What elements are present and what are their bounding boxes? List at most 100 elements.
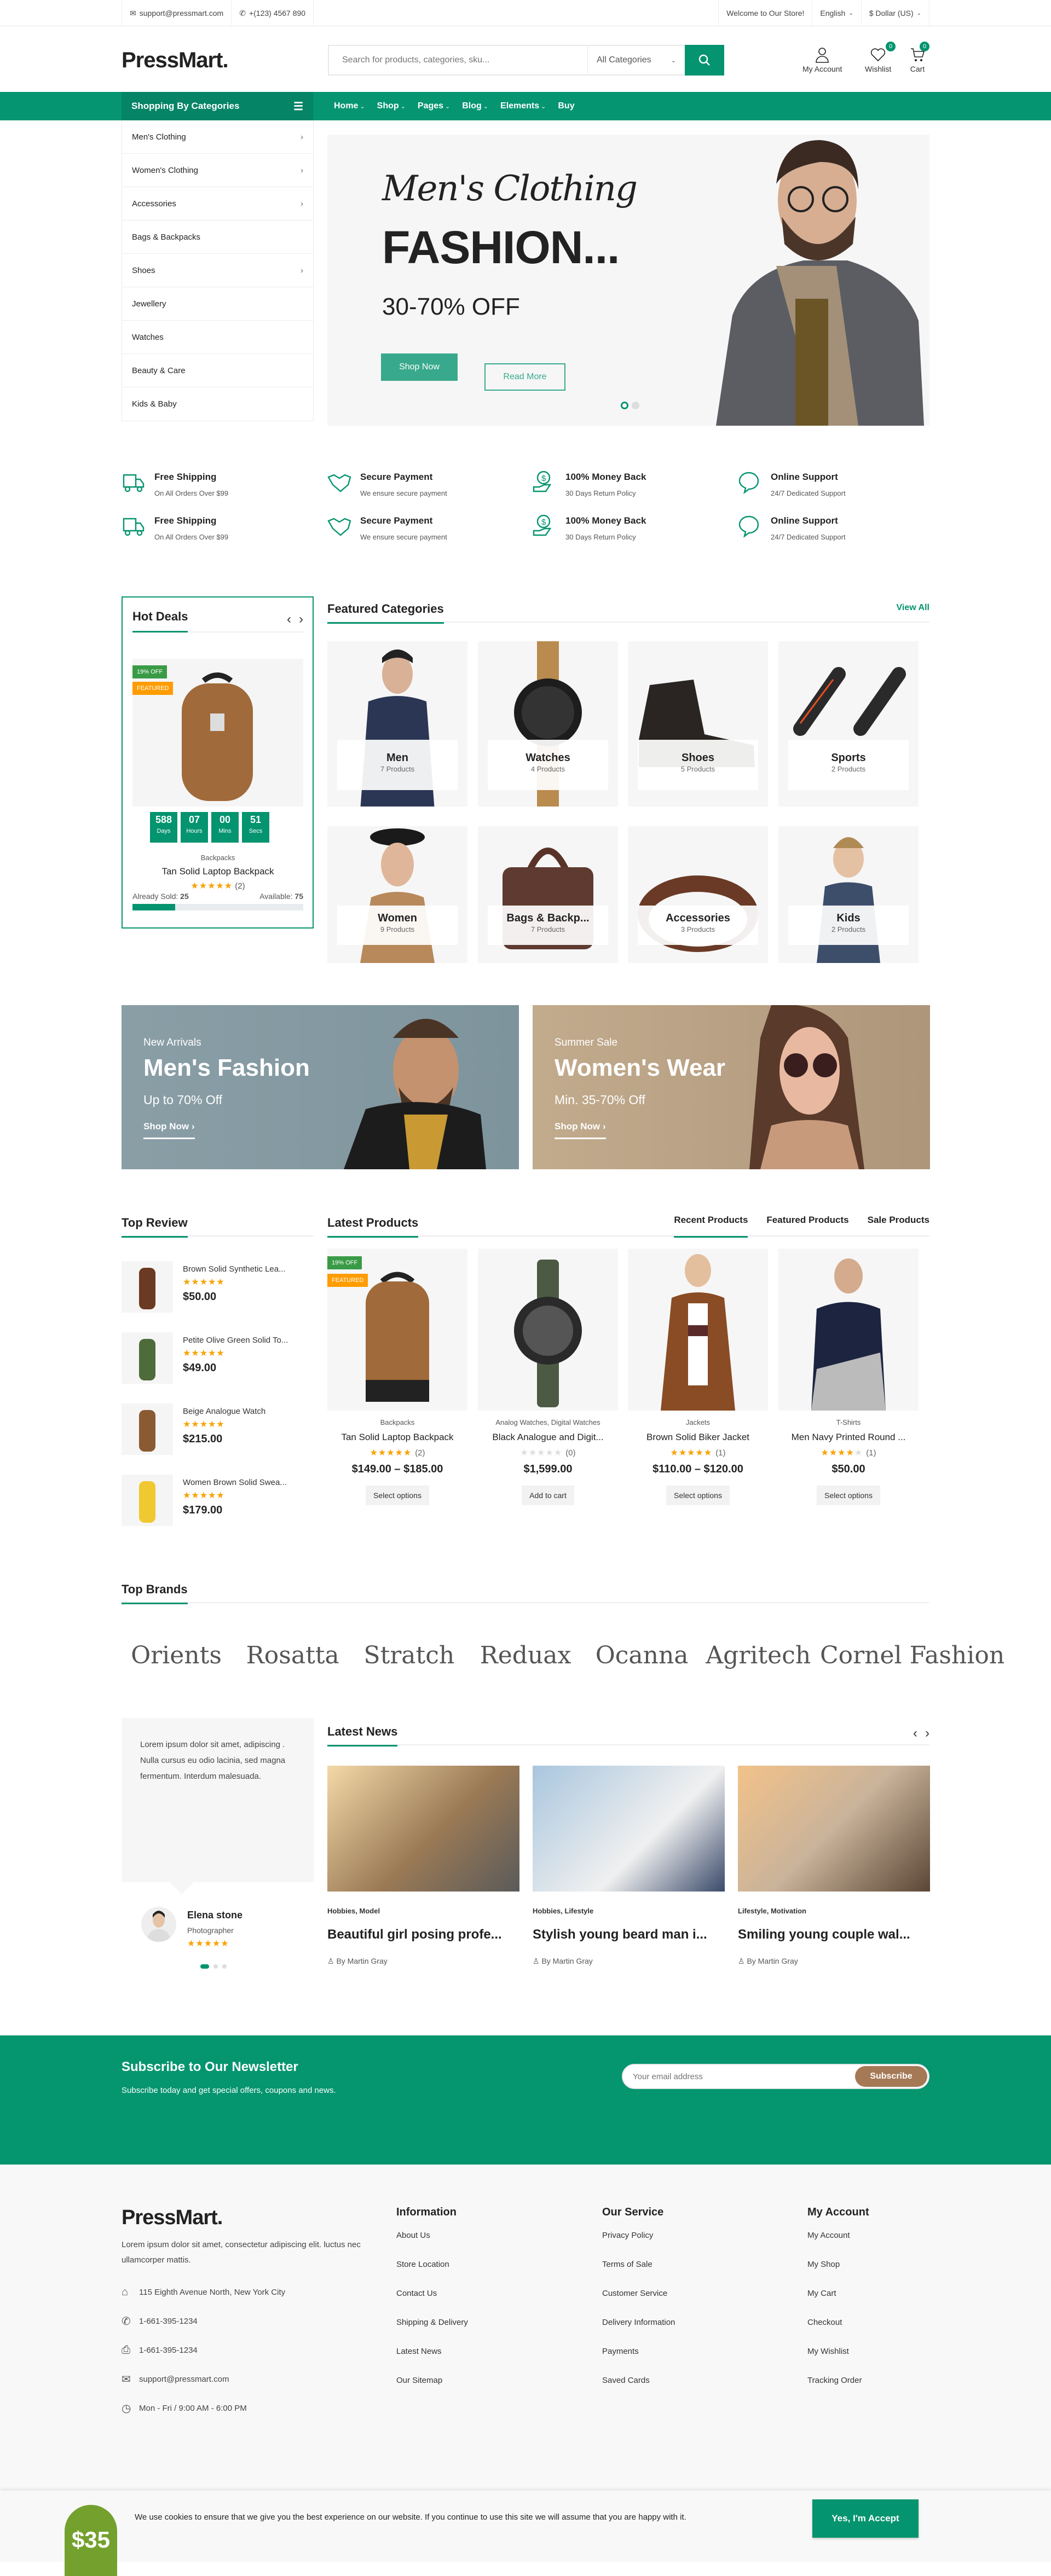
- product-name[interactable]: Men Navy Printed Round ...: [778, 1432, 919, 1443]
- sidebar-category-item[interactable]: Watches: [122, 321, 313, 354]
- hero-read-more-button[interactable]: Read More: [484, 363, 565, 391]
- category-card[interactable]: Accessories 3 Products: [628, 826, 768, 963]
- sidebar-category-item[interactable]: Bags & Backpacks: [122, 221, 313, 254]
- chevron-right-icon[interactable]: ›: [299, 612, 303, 627]
- category-card[interactable]: Shoes 5 Products: [628, 641, 768, 807]
- product-name[interactable]: Tan Solid Laptop Backpack: [327, 1432, 467, 1443]
- footer-link[interactable]: My Shop: [807, 2260, 869, 2289]
- sidebar-category-item[interactable]: Men's Clothing ›: [122, 120, 313, 154]
- select-options-button[interactable]: Select options: [366, 1486, 429, 1505]
- view-all-link[interactable]: View All: [897, 603, 929, 613]
- logo[interactable]: PressMart.: [122, 48, 229, 73]
- footer-link[interactable]: Checkout: [807, 2318, 869, 2347]
- product-name[interactable]: Black Analogue and Digit...: [478, 1432, 618, 1443]
- category-card[interactable]: Bags & Backp... 7 Products: [478, 826, 618, 963]
- nav-item-elements[interactable]: Elements ⌄: [500, 101, 546, 111]
- language-select[interactable]: English ⌄: [812, 0, 861, 26]
- wishlist-button[interactable]: 0 Wishlist: [865, 42, 896, 73]
- chevron-left-icon[interactable]: ‹: [913, 1726, 917, 1741]
- brand-logo[interactable]: Agritech: [703, 1641, 813, 1669]
- footer-link[interactable]: Payments: [602, 2347, 675, 2376]
- product-name[interactable]: Brown Solid Biker Jacket: [628, 1432, 768, 1443]
- product-image[interactable]: [478, 1249, 618, 1411]
- footer-link[interactable]: Privacy Policy: [602, 2231, 675, 2260]
- category-card[interactable]: Women 9 Products: [327, 826, 467, 963]
- cart-button[interactable]: 0 Cart: [910, 42, 929, 73]
- slider-dot[interactable]: [632, 402, 639, 409]
- sidebar-category-item[interactable]: Accessories ›: [122, 187, 313, 221]
- footer-link[interactable]: Shipping & Delivery: [396, 2318, 468, 2347]
- review-item[interactable]: Brown Solid Synthetic Lea... ★★★★★ ★★★★★ $5…: [122, 1261, 314, 1313]
- nav-item-shop[interactable]: Shop ⌄: [377, 101, 406, 111]
- select-options-button[interactable]: Select options: [666, 1486, 730, 1505]
- nav-item-buy[interactable]: Buy: [558, 101, 574, 111]
- category-card[interactable]: Men 7 Products: [327, 641, 467, 807]
- news-title[interactable]: Smiling young couple wal...: [738, 1927, 930, 1942]
- category-card[interactable]: Kids 2 Products: [778, 826, 919, 963]
- news-image[interactable]: [327, 1766, 519, 1892]
- brand-logo[interactable]: Ocanna: [587, 1641, 697, 1669]
- category-card[interactable]: Watches 4 Products: [478, 641, 618, 807]
- footer-link[interactable]: Delivery Information: [602, 2318, 675, 2347]
- topbar-phone[interactable]: ✆ +(123) 4567 890: [231, 0, 314, 26]
- news-category[interactable]: Hobbies, Lifestyle: [533, 1907, 725, 1915]
- promo-banner[interactable]: New Arrivals Men's Fashion Up to 70% Off Sh…: [122, 1005, 519, 1169]
- footer-link[interactable]: Latest News: [396, 2347, 468, 2376]
- footer-link[interactable]: Our Sitemap: [396, 2376, 468, 2405]
- footer-link[interactable]: Saved Cards: [602, 2376, 675, 2405]
- product-category[interactable]: Jackets: [628, 1418, 768, 1426]
- my-account-button[interactable]: My Account: [802, 45, 842, 73]
- category-card[interactable]: Sports 2 Products: [778, 641, 919, 807]
- search-input[interactable]: [329, 46, 587, 74]
- product-category[interactable]: Analog Watches, Digital Watches: [478, 1418, 618, 1426]
- search-category-select[interactable]: All Categories ⌄: [587, 46, 685, 74]
- news-category[interactable]: Lifestyle, Motivation: [738, 1907, 930, 1915]
- sidebar-category-item[interactable]: Shoes ›: [122, 254, 313, 287]
- news-image[interactable]: [738, 1766, 930, 1892]
- brand-logo[interactable]: Cornel Fashion: [820, 1641, 1004, 1669]
- hot-deal-product-image[interactable]: 19% OFF FEATURED: [132, 659, 303, 807]
- slider-dot[interactable]: [222, 1964, 227, 1969]
- product-image[interactable]: [778, 1249, 919, 1411]
- news-category[interactable]: Hobbies, Model: [327, 1907, 519, 1915]
- slider-dot[interactable]: [213, 1964, 218, 1969]
- tab-sale-products[interactable]: Sale Products: [868, 1215, 929, 1238]
- nav-item-blog[interactable]: Blog ⌄: [462, 101, 488, 111]
- review-item[interactable]: Women Brown Solid Swea... ★★★★★ ★★★★★ $179.…: [122, 1475, 314, 1526]
- footer-link[interactable]: Terms of Sale: [602, 2260, 675, 2289]
- sidebar-category-item[interactable]: Beauty & Care: [122, 354, 313, 387]
- sidebar-category-item[interactable]: Women's Clothing ›: [122, 154, 313, 187]
- sidebar-category-item[interactable]: Jewellery: [122, 287, 313, 321]
- review-item[interactable]: Petite Olive Green Solid To... ★★★★★ ★★★★★…: [122, 1332, 314, 1384]
- categories-toggle[interactable]: Shopping By Categories ☰: [122, 92, 313, 120]
- news-title[interactable]: Beautiful girl posing profe...: [327, 1927, 519, 1942]
- brand-logo[interactable]: Rosatta: [238, 1641, 348, 1669]
- add-to-cart-button[interactable]: Add to cart: [522, 1486, 574, 1505]
- footer-link[interactable]: Customer Service: [602, 2289, 675, 2318]
- hero-shop-now-button[interactable]: Shop Now: [381, 353, 458, 381]
- banner-shop-now-link[interactable]: Shop Now ›: [555, 1121, 606, 1139]
- cookie-accept-button[interactable]: Yes, I'm Accept: [812, 2499, 919, 2538]
- brand-logo[interactable]: Orients: [122, 1641, 231, 1669]
- footer-logo[interactable]: PressMart.: [122, 2206, 379, 2230]
- search-button[interactable]: [685, 45, 724, 76]
- promo-banner[interactable]: Summer Sale Women's Wear Min. 35-70% Off Sh…: [533, 1005, 930, 1169]
- nav-item-pages[interactable]: Pages ⌄: [418, 101, 450, 111]
- brand-logo[interactable]: Reduax: [471, 1641, 580, 1669]
- news-title[interactable]: Stylish young beard man i...: [533, 1927, 725, 1942]
- footer-link[interactable]: Store Location: [396, 2260, 468, 2289]
- news-image[interactable]: [533, 1766, 725, 1892]
- topbar-email[interactable]: ✉ support@pressmart.com: [122, 0, 231, 26]
- footer-link[interactable]: About Us: [396, 2231, 468, 2260]
- tab-featured-products[interactable]: Featured Products: [766, 1215, 848, 1238]
- product-image[interactable]: [628, 1249, 768, 1411]
- sidebar-category-item[interactable]: Kids & Baby: [122, 387, 313, 421]
- currency-select[interactable]: $ Dollar (US) ⌄: [861, 0, 929, 26]
- select-options-button[interactable]: Select options: [817, 1486, 880, 1505]
- product-name[interactable]: Tan Solid Laptop Backpack: [132, 866, 303, 877]
- footer-link[interactable]: My Account: [807, 2231, 869, 2260]
- nav-item-home[interactable]: Home ⌄: [334, 101, 365, 111]
- footer-link[interactable]: My Cart: [807, 2289, 869, 2318]
- chevron-right-icon[interactable]: ›: [925, 1726, 929, 1741]
- tab-recent-products[interactable]: Recent Products: [674, 1215, 748, 1238]
